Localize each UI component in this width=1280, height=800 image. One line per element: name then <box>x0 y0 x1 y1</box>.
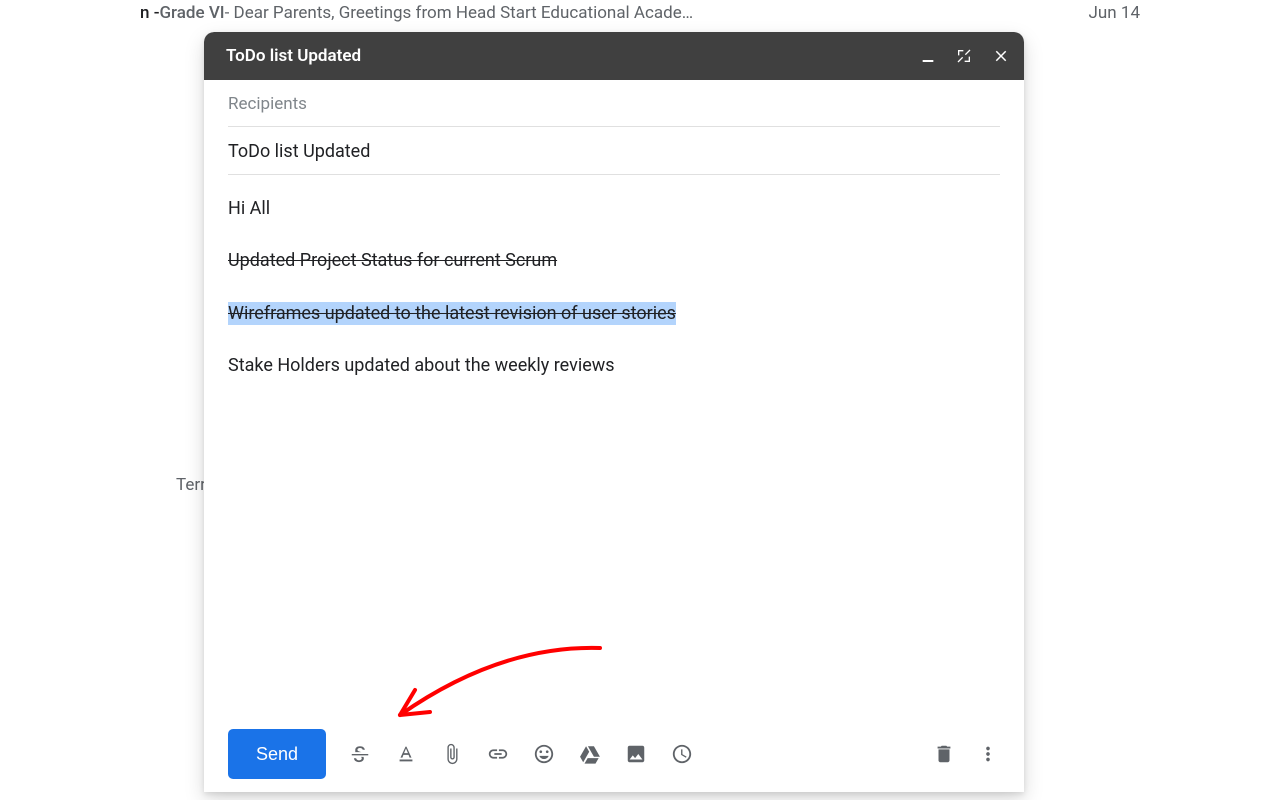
minimize-icon[interactable] <box>920 48 936 64</box>
compose-header: ToDo list Updated <box>204 32 1024 80</box>
background-partial-text: Terr <box>176 475 206 495</box>
google-drive-icon[interactable] <box>578 742 602 766</box>
confidential-mode-icon[interactable] <box>670 742 694 766</box>
toolbar-right <box>932 742 1000 766</box>
format-text-icon[interactable] <box>394 742 418 766</box>
close-icon[interactable] <box>992 47 1010 65</box>
background-email-row: n - Grade VI - Dear Parents, Greetings f… <box>0 0 1280 30</box>
subject-field[interactable]: ToDo list Updated <box>228 127 1000 175</box>
compose-header-controls <box>920 47 1010 65</box>
toolbar-left: Send <box>228 729 694 779</box>
body-line-3: Wireframes updated to the latest revisio… <box>228 298 1000 330</box>
subject-value: ToDo list Updated <box>228 141 370 162</box>
compose-fields: Recipients ToDo list Updated <box>204 80 1024 175</box>
send-button[interactable]: Send <box>228 729 326 779</box>
more-options-icon[interactable] <box>976 742 1000 766</box>
recipients-field[interactable]: Recipients <box>228 80 1000 127</box>
background-email-subject: n - Grade VI - Dear Parents, Greetings f… <box>140 3 693 23</box>
strikethrough-icon[interactable] <box>348 742 372 766</box>
emoji-icon[interactable] <box>532 742 556 766</box>
body-line-1: Hi All <box>228 193 1000 225</box>
insert-photo-icon[interactable] <box>624 742 648 766</box>
compose-title: ToDo list Updated <box>226 46 361 66</box>
compose-window: ToDo list Updated Recipients ToDo list U… <box>204 32 1024 792</box>
fullscreen-icon[interactable] <box>956 48 972 64</box>
insert-link-icon[interactable] <box>486 742 510 766</box>
body-line-4: Stake Holders updated about the weekly r… <box>228 350 1000 382</box>
compose-body[interactable]: Hi All Updated Project Status for curren… <box>204 175 1024 716</box>
attach-file-icon[interactable] <box>440 742 464 766</box>
delete-icon[interactable] <box>932 742 956 766</box>
body-line-2: Updated Project Status for current Scrum <box>228 245 1000 277</box>
compose-toolbar: Send <box>204 716 1024 792</box>
background-email-date: Jun 14 <box>1089 3 1140 23</box>
recipients-placeholder: Recipients <box>228 94 307 114</box>
